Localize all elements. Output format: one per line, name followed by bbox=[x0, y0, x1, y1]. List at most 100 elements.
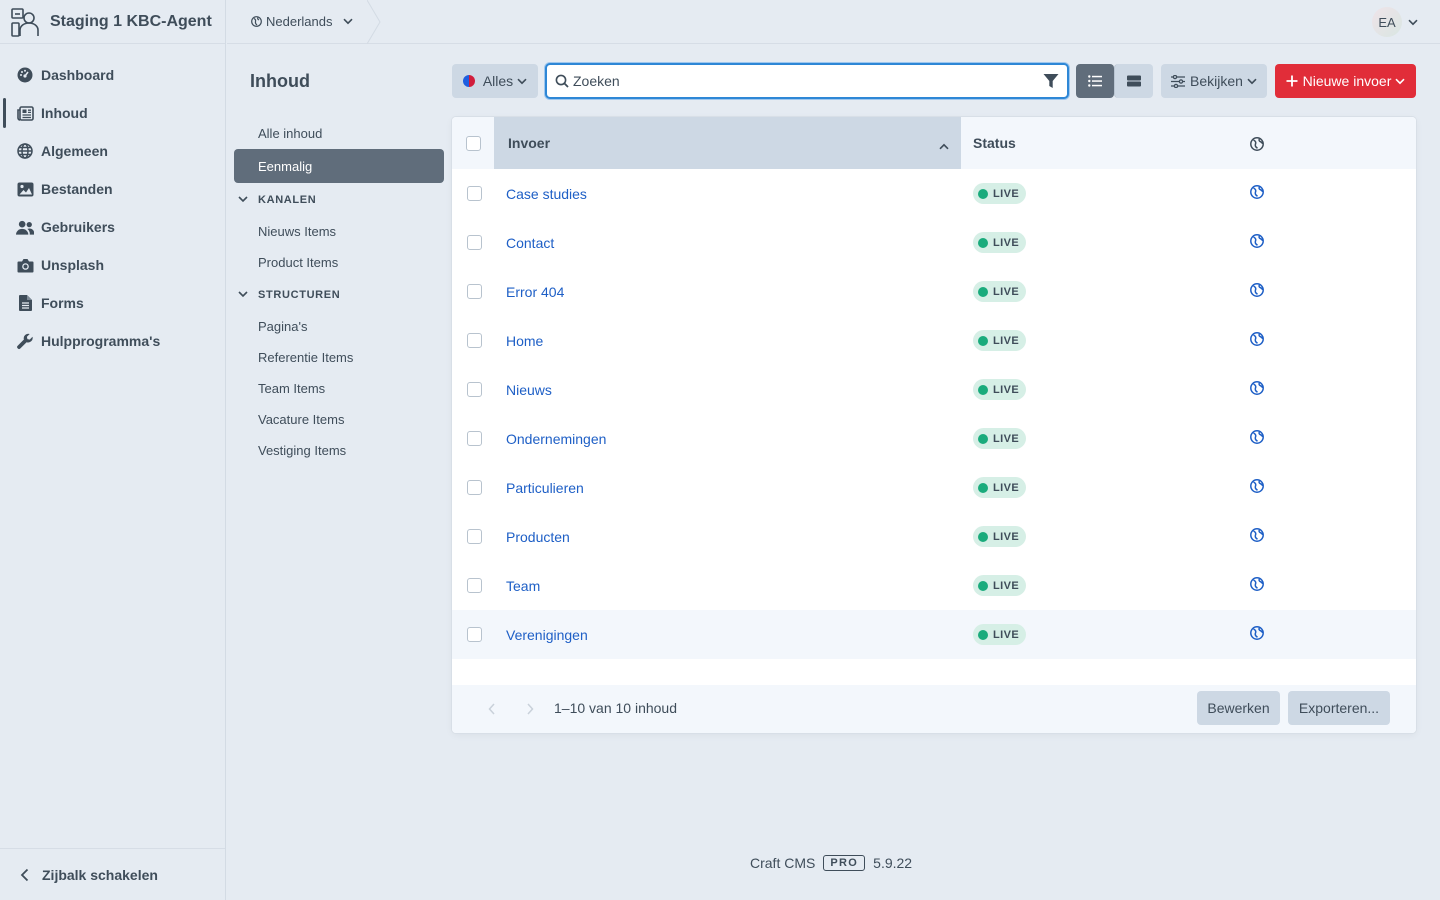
nav-item-hulpprogrammas[interactable]: Hulpprogramma's bbox=[0, 322, 225, 360]
main-nav: Dashboard Inhoud Algemeen Bestanden Gebr… bbox=[0, 56, 225, 360]
source-vestiging-items[interactable]: Vestiging Items bbox=[234, 435, 444, 466]
source-heading-kanalen[interactable]: KANALEN bbox=[234, 183, 444, 216]
site-switcher-label: Nederlands bbox=[266, 14, 333, 29]
source-heading-structuren[interactable]: STRUCTUREN bbox=[234, 278, 444, 311]
nav-item-bestanden[interactable]: Bestanden bbox=[0, 170, 225, 208]
view-options-button[interactable]: Bekijken bbox=[1161, 64, 1267, 98]
entry-title-link[interactable]: Ondernemingen bbox=[506, 431, 606, 447]
status-badge: LIVE bbox=[973, 183, 1027, 204]
globe-icon[interactable] bbox=[1250, 528, 1264, 545]
avatar: EA bbox=[1372, 7, 1402, 37]
edition-badge: PRO bbox=[823, 855, 866, 871]
cards-view-button[interactable] bbox=[1114, 64, 1153, 98]
account-menu[interactable]: EA bbox=[1372, 7, 1418, 37]
table-row[interactable]: Case studies LIVE bbox=[452, 169, 1416, 218]
globe-icon[interactable] bbox=[1250, 185, 1264, 202]
row-checkbox[interactable] bbox=[467, 333, 482, 348]
globe-icon[interactable] bbox=[1250, 234, 1264, 251]
source-product-items[interactable]: Product Items bbox=[234, 247, 444, 278]
select-all-checkbox[interactable] bbox=[452, 117, 494, 169]
status-badge: LIVE bbox=[973, 477, 1027, 498]
row-checkbox[interactable] bbox=[467, 529, 482, 544]
globe-icon[interactable] bbox=[1250, 283, 1264, 300]
source-singles[interactable]: Eenmalig bbox=[234, 149, 444, 183]
status-label: LIVE bbox=[993, 432, 1020, 445]
edit-button[interactable]: Bewerken bbox=[1197, 691, 1280, 725]
entry-title-link[interactable]: Nieuws bbox=[506, 382, 552, 398]
globe-icon[interactable] bbox=[1250, 626, 1264, 643]
globe-icon[interactable] bbox=[1250, 332, 1264, 349]
status-label: LIVE bbox=[993, 383, 1020, 396]
globe-small-icon bbox=[251, 16, 262, 27]
row-checkbox[interactable] bbox=[467, 578, 482, 593]
list-icon bbox=[1088, 75, 1102, 87]
source-vacature-items[interactable]: Vacature Items bbox=[234, 404, 444, 435]
site-header: Staging 1 KBC-Agent bbox=[0, 0, 225, 44]
table-row[interactable]: Ondernemingen LIVE bbox=[452, 414, 1416, 463]
globe-icon bbox=[1250, 137, 1264, 154]
image-icon bbox=[16, 180, 34, 198]
entry-title-link[interactable]: Team bbox=[506, 578, 540, 594]
camera-icon bbox=[16, 256, 34, 274]
entry-title-link[interactable]: Producten bbox=[506, 529, 570, 545]
nav-item-algemeen[interactable]: Algemeen bbox=[0, 132, 225, 170]
status-label: LIVE bbox=[993, 334, 1020, 347]
row-checkbox[interactable] bbox=[467, 284, 482, 299]
nav-item-forms[interactable]: Forms bbox=[0, 284, 225, 322]
status-label: LIVE bbox=[993, 285, 1020, 298]
source-team-items[interactable]: Team Items bbox=[234, 373, 444, 404]
status-badge: LIVE bbox=[973, 526, 1027, 547]
status-dot-icon bbox=[978, 237, 988, 248]
table-row[interactable]: Error 404 LIVE bbox=[452, 267, 1416, 316]
table-row[interactable]: Team LIVE bbox=[452, 561, 1416, 610]
table-row[interactable]: Particulieren LIVE bbox=[452, 463, 1416, 512]
footer-version: 5.9.22 bbox=[873, 855, 913, 871]
nav-item-inhoud[interactable]: Inhoud bbox=[0, 94, 225, 132]
entry-title-link[interactable]: Verenigingen bbox=[506, 627, 588, 643]
row-checkbox[interactable] bbox=[467, 431, 482, 446]
nav-item-unsplash[interactable]: Unsplash bbox=[0, 246, 225, 284]
new-entry-button[interactable]: Nieuwe invoer bbox=[1275, 64, 1416, 98]
chevron-right-icon[interactable] bbox=[526, 702, 534, 718]
globe-icon[interactable] bbox=[1250, 479, 1264, 496]
search-input[interactable] bbox=[573, 73, 1033, 89]
filter-icon[interactable] bbox=[1043, 73, 1059, 92]
site-logo-icon[interactable] bbox=[8, 5, 42, 39]
table-row[interactable]: Nieuws LIVE bbox=[452, 365, 1416, 414]
source-nieuws-items[interactable]: Nieuws Items bbox=[234, 216, 444, 247]
source-all-entries[interactable]: Alle inhoud bbox=[234, 118, 444, 149]
entry-title-link[interactable]: Particulieren bbox=[506, 480, 584, 496]
row-checkbox[interactable] bbox=[467, 186, 482, 201]
site-switcher[interactable]: Nederlands bbox=[227, 0, 367, 44]
globe-icon[interactable] bbox=[1250, 577, 1264, 594]
source-referentie-items[interactable]: Referentie Items bbox=[234, 342, 444, 373]
search-field[interactable] bbox=[545, 63, 1069, 99]
chevron-left-icon[interactable] bbox=[488, 702, 496, 718]
globe-icon[interactable] bbox=[1250, 430, 1264, 447]
column-header-status[interactable]: Status bbox=[973, 117, 1016, 169]
site-name[interactable]: Staging 1 KBC-Agent bbox=[50, 13, 212, 31]
row-checkbox[interactable] bbox=[467, 627, 482, 642]
status-label: LIVE bbox=[993, 481, 1020, 494]
table-row[interactable]: Contact LIVE bbox=[452, 218, 1416, 267]
table-row[interactable]: Verenigingen LIVE bbox=[452, 610, 1416, 659]
source-paginas[interactable]: Pagina's bbox=[234, 311, 444, 342]
row-checkbox[interactable] bbox=[467, 480, 482, 495]
collapse-sidebar-button[interactable]: Zijbalk schakelen bbox=[0, 848, 225, 900]
nav-item-gebruikers[interactable]: Gebruikers bbox=[0, 208, 225, 246]
site-filter-button[interactable]: Alles bbox=[452, 64, 538, 98]
sort-ascending-icon bbox=[939, 137, 949, 153]
globe-icon[interactable] bbox=[1250, 381, 1264, 398]
table-row[interactable]: Home LIVE bbox=[452, 316, 1416, 365]
entry-title-link[interactable]: Home bbox=[506, 333, 543, 349]
column-header-title[interactable]: Invoer bbox=[494, 117, 961, 169]
row-checkbox[interactable] bbox=[467, 382, 482, 397]
entry-title-link[interactable]: Contact bbox=[506, 235, 554, 251]
nav-item-dashboard[interactable]: Dashboard bbox=[0, 56, 225, 94]
table-view-button[interactable] bbox=[1076, 64, 1114, 98]
export-button[interactable]: Exporteren... bbox=[1288, 691, 1390, 725]
entry-title-link[interactable]: Error 404 bbox=[506, 284, 564, 300]
row-checkbox[interactable] bbox=[467, 235, 482, 250]
entry-title-link[interactable]: Case studies bbox=[506, 186, 587, 202]
table-row[interactable]: Producten LIVE bbox=[452, 512, 1416, 561]
